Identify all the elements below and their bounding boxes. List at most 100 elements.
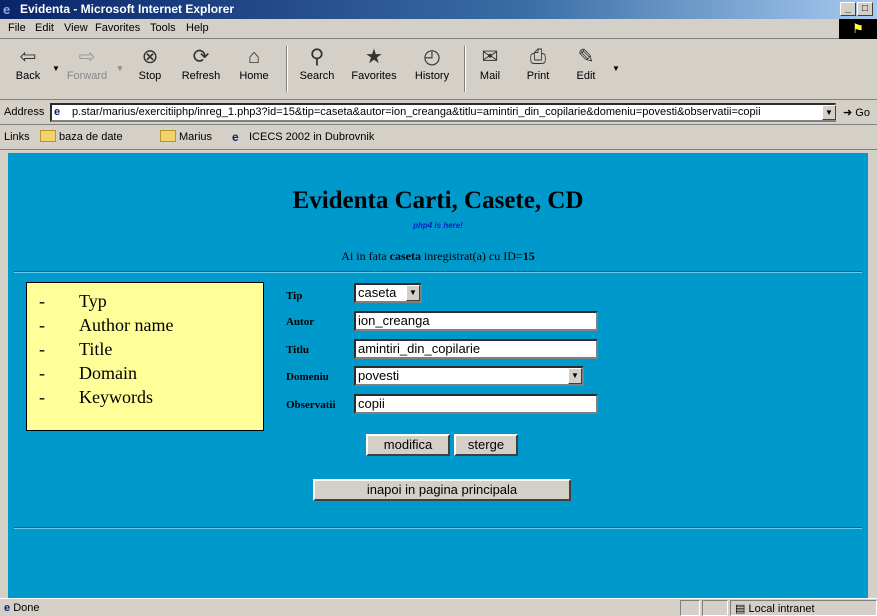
menu-file[interactable]: File [8, 22, 26, 34]
minimize-button[interactable]: _ [840, 2, 856, 16]
domeniu-select[interactable]: povesti ▼ [354, 366, 584, 386]
ie-logo-icon: e [3, 2, 11, 17]
mail-button[interactable]: ✉ Mail [470, 44, 510, 96]
id-line-prefix: Ai in fata [341, 249, 387, 263]
toolbar: ⇦ Back ▼ ⇨ Forward ▼ ⊗ Stop ⟳ Refresh ⌂ … [0, 40, 877, 100]
note-text: Author name [79, 315, 174, 335]
back-to-main-button[interactable]: inapoi in pagina principala [313, 479, 571, 501]
print-label: Print [526, 70, 550, 82]
back-button[interactable]: ⇦ Back [8, 44, 48, 96]
titlu-label: Titlu [286, 344, 310, 356]
history-button[interactable]: ◴ History [408, 44, 456, 96]
zone-indicator: ▤ Local intranet [735, 602, 815, 615]
favorites-button[interactable]: ★ Favorites [344, 44, 404, 96]
search-button[interactable]: ⚲ Search [292, 44, 342, 96]
maximize-button[interactable]: □ [857, 2, 873, 16]
home-button[interactable]: ⌂ Home [232, 44, 276, 96]
note-item: - Title [39, 339, 113, 359]
forward-label: Forward [66, 70, 108, 82]
address-url: p.star/marius/exercitiiphp/inreg_1.php3?… [72, 106, 761, 118]
menu-tools[interactable]: Tools [150, 22, 176, 34]
link-label: Marius [179, 131, 213, 143]
annotation-note: - Typ - Author name - Title - Domain - Keywor… [26, 282, 264, 431]
folder-icon [40, 130, 56, 142]
edit-button[interactable]: ✎ Edit [566, 44, 606, 96]
autor-field[interactable]: ion_creanga [354, 311, 598, 331]
modifica-button[interactable]: modifica [366, 434, 450, 456]
titlu-field[interactable]: amintiri_din_copilarie [354, 339, 598, 359]
stop-icon: ⊗ [141, 46, 159, 68]
status-cell [702, 600, 728, 616]
page-content: Evidenta Carti, Casete, CD php4 is here!… [8, 153, 868, 598]
forward-dropdown-icon[interactable]: ▼ [116, 64, 124, 73]
forward-arrow-icon: ⇨ [78, 46, 96, 68]
edit-dropdown-icon[interactable]: ▼ [612, 64, 620, 73]
note-item: - Author name [39, 315, 174, 335]
zone-label: Local intranet [748, 603, 815, 615]
record-id-line: Ai in fata caseta inregistrat(a) cu ID=1… [8, 249, 868, 264]
folder-icon [160, 130, 176, 142]
link-icecs[interactable]: e ICECS 2002 in Dubrovnik [232, 130, 374, 144]
domeniu-label: Domeniu [286, 371, 329, 383]
tip-select[interactable]: caseta ▼ [354, 283, 422, 303]
menu-bar: File Edit View Favorites Tools Help ⚑ [0, 19, 877, 39]
stop-label: Stop [138, 70, 162, 82]
done-page-icon: e [4, 602, 11, 614]
windows-flag-icon: ⚑ [839, 19, 877, 39]
stop-button[interactable]: ⊗ Stop [128, 44, 172, 96]
chevron-down-icon: ▼ [406, 285, 420, 301]
edit-label: Edit [576, 70, 596, 82]
divider [14, 527, 862, 529]
note-text: Domain [79, 363, 137, 383]
tip-label: Tip [286, 290, 303, 302]
go-button[interactable]: ➜ Go [843, 106, 870, 119]
links-bar: Links baza de date Marius e ICECS 2002 in… [0, 126, 877, 150]
status-cell [680, 600, 700, 616]
link-label: ICECS 2002 in Dubrovnik [249, 131, 375, 143]
address-bar: Address e p.star/marius/exercitiiphp/inr… [0, 101, 877, 125]
address-dropdown-icon[interactable]: ▼ [822, 105, 836, 120]
back-label: Back [15, 70, 41, 82]
search-icon: ⚲ [309, 46, 325, 68]
edit-icon: ✎ [577, 46, 595, 68]
home-label: Home [239, 70, 269, 82]
back-dropdown-icon[interactable]: ▼ [52, 64, 60, 73]
forward-button[interactable]: ⇨ Forward [62, 44, 112, 96]
refresh-button[interactable]: ⟳ Refresh [176, 44, 226, 96]
note-item: - Typ [39, 291, 107, 311]
address-input[interactable]: e p.star/marius/exercitiiphp/inreg_1.php… [50, 103, 836, 122]
title-bar: e Evidenta - Microsoft Internet Explorer… [0, 0, 877, 19]
status-bar: e Done ▤ Local intranet [0, 598, 877, 616]
note-text: Typ [79, 291, 107, 311]
id-line-type: caseta [389, 249, 421, 263]
link-baza-de-date[interactable]: baza de date [40, 130, 123, 143]
home-icon: ⌂ [247, 46, 261, 68]
search-label: Search [299, 70, 335, 82]
go-label: Go [855, 107, 870, 119]
link-marius[interactable]: Marius [160, 130, 212, 143]
autor-label: Autor [286, 316, 315, 328]
toolbar-separator [286, 46, 288, 92]
menu-edit[interactable]: Edit [35, 22, 54, 34]
mail-icon: ✉ [481, 46, 499, 68]
window-title: Evidenta - Microsoft Internet Explorer [20, 2, 235, 16]
print-button[interactable]: ⎙ Print [518, 44, 558, 96]
observatii-field[interactable]: copii [354, 394, 598, 414]
record-id-value: 15 [522, 249, 535, 263]
page-icon: e [54, 106, 61, 118]
go-arrow-icon: ➜ [843, 107, 853, 119]
toolbar-separator [464, 46, 466, 92]
menu-view[interactable]: View [64, 22, 88, 34]
domeniu-value: povesti [358, 368, 400, 383]
menu-favorites[interactable]: Favorites [95, 22, 140, 34]
page-title: Evidenta Carti, Casete, CD [292, 187, 584, 214]
php-note: php4 is here! [413, 221, 463, 230]
note-text: Keywords [79, 387, 153, 407]
status-text: e Done [4, 602, 39, 614]
menu-help[interactable]: Help [186, 22, 209, 34]
links-label: Links [4, 131, 30, 143]
window-right-edge [868, 153, 877, 598]
sterge-button[interactable]: sterge [454, 434, 518, 456]
note-item: - Keywords [39, 387, 153, 407]
status-label: Done [13, 602, 40, 614]
